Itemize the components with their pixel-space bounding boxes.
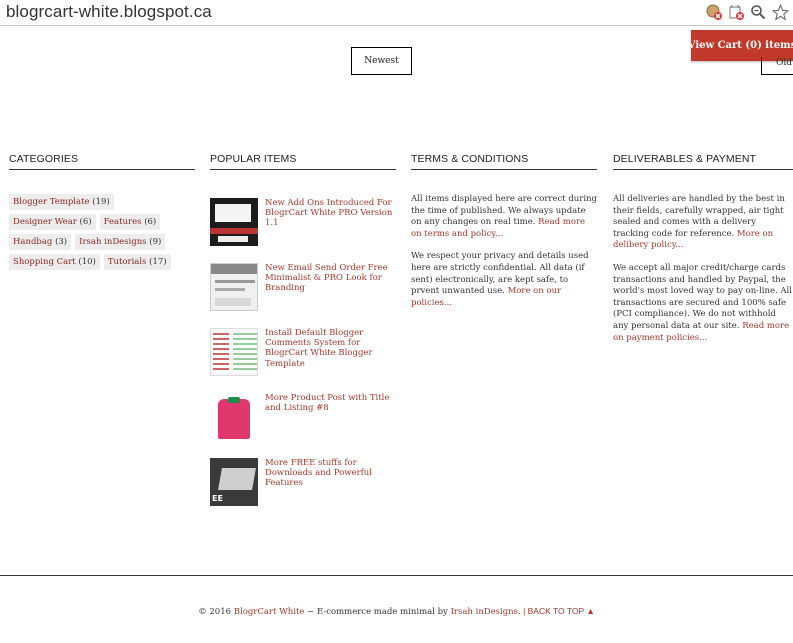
popular-item: More Product Post with Title and Listing… — [210, 393, 396, 458]
popular-item-thumbnail[interactable]: EE — [210, 458, 258, 506]
deliverables-widget: DELIVERABLES & PAYMENT All deliveries ar… — [613, 153, 793, 355]
popular-item: Install Default Blogger Comments System … — [210, 328, 396, 393]
blocked-plugin-icon[interactable] — [727, 3, 745, 21]
zoom-icon[interactable] — [749, 3, 767, 21]
older-posts-button[interactable]: Old — [761, 57, 793, 75]
delivery-paragraph: All deliveries are handled by the best i… — [613, 194, 785, 251]
category-label[interactable]: Blogger Template (19) — [9, 194, 114, 210]
category-label[interactable]: Designer Wear (6) — [9, 214, 96, 230]
popular-items-title: POPULAR ITEMS — [210, 153, 396, 170]
footer-credits: © 2016 BlogrCart White ~ E-commerce made… — [198, 606, 595, 617]
terms-widget: TERMS & CONDITIONS All items displayed h… — [411, 153, 597, 320]
terms-paragraph: All items displayed here are correct dur… — [411, 194, 597, 239]
brand-link[interactable]: BlogrCart White — [234, 607, 305, 617]
terms-title: TERMS & CONDITIONS — [411, 153, 597, 170]
popular-item-thumbnail[interactable] — [210, 328, 258, 376]
popular-item-link[interactable]: More Product Post with Title and Listing… — [265, 393, 393, 458]
categories-widget: CATEGORIES Blogger Template (19) Designe… — [9, 153, 195, 270]
address-bar-icons — [705, 3, 789, 21]
popular-item-thumbnail[interactable] — [210, 263, 258, 311]
popular-items-widget: POPULAR ITEMS New Add Ons Introduced For… — [210, 153, 396, 523]
newest-posts-button[interactable]: Newest — [351, 47, 412, 75]
terms-text: All items displayed here are correct dur… — [411, 194, 597, 309]
browser-address-bar: blogrcart-white.blogspot.ca — [0, 0, 793, 26]
popular-item-link[interactable]: Install Default Blogger Comments System … — [265, 328, 393, 393]
category-label[interactable]: Tutorials (17) — [103, 254, 171, 270]
popular-item: EE More FREE stuffs for Downloads and Po… — [210, 458, 396, 523]
back-to-top-link[interactable]: BACK TO TOP ▲ — [528, 606, 595, 616]
popular-item-link[interactable]: More FREE stuffs for Downloads and Power… — [265, 458, 393, 523]
bookmark-star-icon[interactable] — [771, 3, 789, 21]
popular-items-list: New Add Ons Introduced For BlogrCart Whi… — [210, 198, 396, 523]
category-label[interactable]: Handbag (3) — [9, 234, 72, 250]
popular-item-thumbnail[interactable] — [210, 198, 258, 246]
author-link[interactable]: Irsah inDesigns. — [451, 607, 521, 617]
category-labels: Blogger Template (19) Designer Wear (6) … — [9, 194, 195, 270]
popular-item: New Add Ons Introduced For BlogrCart Whi… — [210, 198, 396, 263]
popular-item-link[interactable]: New Email Send Order Free Minimalist & P… — [265, 263, 393, 328]
categories-title: CATEGORIES — [9, 153, 195, 170]
popular-item-link[interactable]: New Add Ons Introduced For BlogrCart Whi… — [265, 198, 393, 263]
category-label[interactable]: Features (6) — [99, 214, 161, 230]
blocked-cookie-icon[interactable] — [705, 3, 723, 21]
footer-divider — [0, 575, 793, 576]
category-label[interactable]: Shopping Cart (10) — [9, 254, 100, 270]
deliverables-text: All deliveries are handled by the best i… — [613, 194, 793, 344]
popular-item: New Email Send Order Free Minimalist & P… — [210, 263, 396, 328]
url-field[interactable]: blogrcart-white.blogspot.ca — [6, 2, 212, 22]
category-label[interactable]: Irsah inDesigns (9) — [75, 234, 166, 250]
popular-item-thumbnail[interactable] — [210, 393, 258, 441]
deliverables-title: DELIVERABLES & PAYMENT — [613, 153, 793, 170]
payment-paragraph: We accept all major credit/charge cards … — [613, 262, 792, 343]
privacy-paragraph: We respect your privacy and details used… — [411, 251, 589, 308]
